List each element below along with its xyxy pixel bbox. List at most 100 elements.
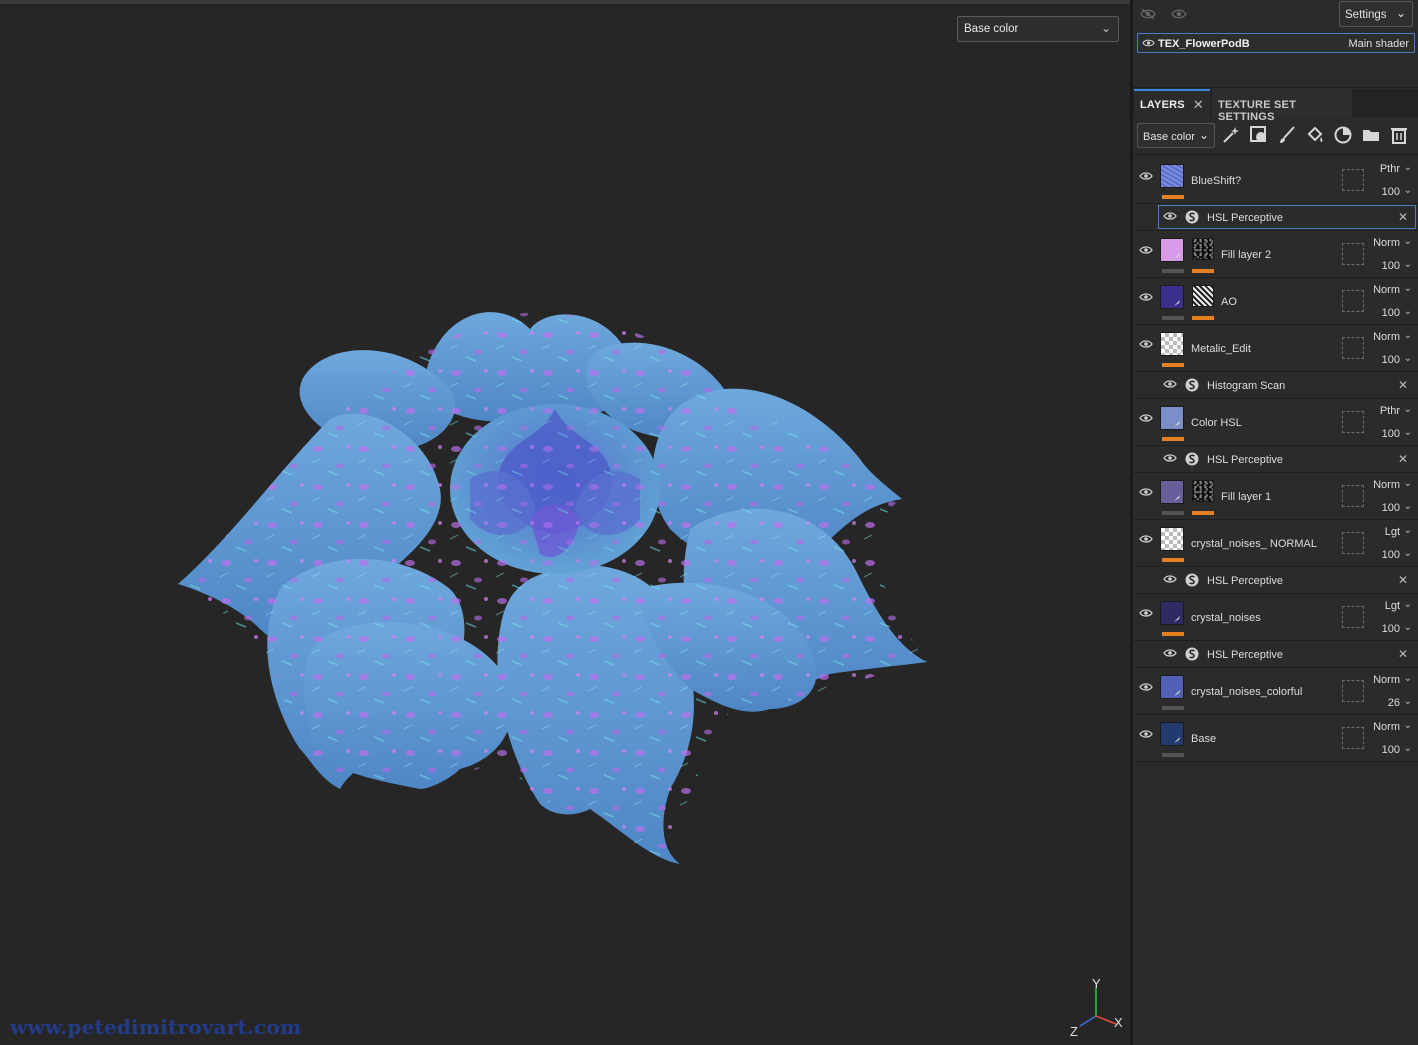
eye-icon[interactable] — [1139, 608, 1153, 621]
layer-mask-thumbnail[interactable] — [1192, 480, 1214, 502]
settings-dropdown[interactable]: Settings ⌄ — [1339, 1, 1413, 27]
eye-icon[interactable] — [1142, 38, 1155, 48]
texture-set-item[interactable]: TEX_FlowerPodB Main shader — [1137, 33, 1415, 53]
layer-row[interactable]: Fill layer 1 Norm ⌄ 100 ⌄ — [1133, 473, 1418, 520]
layer-row[interactable]: crystal_noises_colorful Norm ⌄ 26 ⌄ — [1133, 668, 1418, 715]
eye-icon[interactable] — [1163, 453, 1177, 466]
fill-bucket-icon[interactable] — [1305, 125, 1325, 145]
close-icon[interactable]: ✕ — [1193, 97, 1204, 113]
layer-row[interactable]: Fill layer 2 Norm ⌄ 100 ⌄ — [1133, 231, 1418, 278]
blend-mode-dropdown[interactable]: Norm — [1373, 479, 1400, 491]
add-mask-slot[interactable] — [1342, 680, 1364, 702]
layer-mask-thumbnail[interactable] — [1192, 238, 1214, 260]
chevron-down-icon[interactable]: ⌄ — [1404, 236, 1412, 247]
mask-icon[interactable] — [1249, 125, 1269, 145]
chevron-down-icon[interactable]: ⌄ — [1404, 353, 1412, 364]
eye-hidden-icon[interactable] — [1139, 6, 1157, 22]
opacity-value[interactable]: 26 — [1388, 697, 1400, 709]
opacity-value[interactable]: 100 — [1382, 744, 1400, 756]
chevron-down-icon[interactable]: ⌄ — [1404, 696, 1412, 707]
chevron-down-icon[interactable]: ⌄ — [1404, 306, 1412, 317]
chevron-down-icon[interactable]: ⌄ — [1404, 599, 1412, 610]
effect-row[interactable]: HSL Perceptive ✕ — [1133, 446, 1418, 473]
close-icon[interactable]: ✕ — [1398, 210, 1408, 224]
blend-mode-dropdown[interactable]: Norm — [1373, 674, 1400, 686]
3d-viewport[interactable]: Base color ⌄ www.petedimitrovart.com Y X… — [0, 0, 1130, 1045]
effect-row[interactable]: HSL Perceptive ✕ — [1133, 567, 1418, 594]
add-mask-slot[interactable] — [1342, 606, 1364, 628]
close-icon[interactable]: ✕ — [1398, 573, 1408, 587]
chevron-down-icon[interactable]: ⌄ — [1404, 330, 1412, 341]
eye-icon[interactable] — [1170, 6, 1188, 22]
eye-icon[interactable] — [1139, 413, 1153, 426]
blend-mode-dropdown[interactable]: Norm — [1373, 237, 1400, 249]
opacity-value[interactable]: 100 — [1382, 549, 1400, 561]
add-mask-slot[interactable] — [1342, 727, 1364, 749]
chevron-down-icon[interactable]: ⌄ — [1404, 673, 1412, 684]
folder-icon[interactable] — [1361, 125, 1381, 145]
magic-wand-icon[interactable] — [1221, 125, 1241, 145]
close-icon[interactable]: ✕ — [1398, 378, 1408, 392]
eye-icon[interactable] — [1139, 245, 1153, 258]
chevron-down-icon[interactable]: ⌄ — [1404, 283, 1412, 294]
eye-icon[interactable] — [1163, 211, 1177, 224]
trash-icon[interactable] — [1389, 125, 1409, 145]
opacity-value[interactable]: 100 — [1382, 186, 1400, 198]
blend-mode-dropdown[interactable]: Norm — [1373, 721, 1400, 733]
chevron-down-icon[interactable]: ⌄ — [1404, 525, 1412, 536]
add-mask-slot[interactable] — [1342, 532, 1364, 554]
layer-row[interactable]: BlueShift? Pthr ⌄ 100 ⌄ — [1133, 157, 1418, 204]
eye-icon[interactable] — [1139, 339, 1153, 352]
layer-row[interactable]: crystal_noises_ NORMAL Lgt ⌄ 100 ⌄ — [1133, 520, 1418, 567]
add-mask-slot[interactable] — [1342, 337, 1364, 359]
chevron-down-icon[interactable]: ⌄ — [1404, 720, 1412, 731]
add-mask-slot[interactable] — [1342, 290, 1364, 312]
eye-icon[interactable] — [1139, 487, 1153, 500]
blend-mode-dropdown[interactable]: Pthr — [1380, 405, 1400, 417]
close-icon[interactable]: ✕ — [1398, 647, 1408, 661]
eye-icon[interactable] — [1139, 171, 1153, 184]
chevron-down-icon[interactable]: ⌄ — [1404, 427, 1412, 438]
opacity-value[interactable]: 100 — [1382, 428, 1400, 440]
blend-mode-dropdown[interactable]: Norm — [1373, 284, 1400, 296]
add-mask-slot[interactable] — [1342, 485, 1364, 507]
effect-row[interactable]: HSL Perceptive ✕ — [1133, 204, 1418, 231]
layer-row[interactable]: Metalic_Edit Norm ⌄ 100 ⌄ — [1133, 325, 1418, 372]
eye-icon[interactable] — [1139, 292, 1153, 305]
blend-mode-dropdown[interactable]: Pthr — [1380, 163, 1400, 175]
close-icon[interactable]: ✕ — [1398, 452, 1408, 466]
add-mask-slot[interactable] — [1342, 411, 1364, 433]
layer-row[interactable]: Color HSL Pthr ⌄ 100 ⌄ — [1133, 399, 1418, 446]
layer-row[interactable]: crystal_noises Lgt ⌄ 100 ⌄ — [1133, 594, 1418, 641]
smart-material-icon[interactable] — [1333, 125, 1353, 145]
chevron-down-icon[interactable]: ⌄ — [1404, 548, 1412, 559]
blend-mode-dropdown[interactable]: Lgt — [1385, 600, 1400, 612]
opacity-value[interactable]: 100 — [1382, 623, 1400, 635]
paint-brush-icon[interactable] — [1277, 125, 1297, 145]
add-mask-slot[interactable] — [1342, 169, 1364, 191]
layer-row[interactable]: Base Norm ⌄ 100 ⌄ — [1133, 715, 1418, 762]
layer-mask-thumbnail[interactable] — [1192, 285, 1214, 307]
eye-icon[interactable] — [1139, 729, 1153, 742]
blend-mode-dropdown[interactable]: Norm — [1373, 331, 1400, 343]
chevron-down-icon[interactable]: ⌄ — [1404, 404, 1412, 415]
chevron-down-icon[interactable]: ⌄ — [1404, 743, 1412, 754]
eye-icon[interactable] — [1163, 379, 1177, 392]
eye-icon[interactable] — [1139, 682, 1153, 695]
add-mask-slot[interactable] — [1342, 243, 1364, 265]
layer-channel-dropdown[interactable]: Base color ⌄ — [1137, 123, 1215, 148]
eye-icon[interactable] — [1163, 648, 1177, 661]
chevron-down-icon[interactable]: ⌄ — [1404, 622, 1412, 633]
layer-row[interactable]: AO Norm ⌄ 100 ⌄ — [1133, 278, 1418, 325]
eye-icon[interactable] — [1163, 574, 1177, 587]
opacity-value[interactable]: 100 — [1382, 354, 1400, 366]
viewport-channel-dropdown[interactable]: Base color ⌄ — [957, 16, 1119, 42]
eye-icon[interactable] — [1139, 534, 1153, 547]
effect-row[interactable]: HSL Perceptive ✕ — [1133, 641, 1418, 668]
opacity-value[interactable]: 100 — [1382, 307, 1400, 319]
chevron-down-icon[interactable]: ⌄ — [1404, 501, 1412, 512]
chevron-down-icon[interactable]: ⌄ — [1404, 259, 1412, 270]
opacity-value[interactable]: 100 — [1382, 260, 1400, 272]
chevron-down-icon[interactable]: ⌄ — [1404, 185, 1412, 196]
effect-row[interactable]: Histogram Scan ✕ — [1133, 372, 1418, 399]
